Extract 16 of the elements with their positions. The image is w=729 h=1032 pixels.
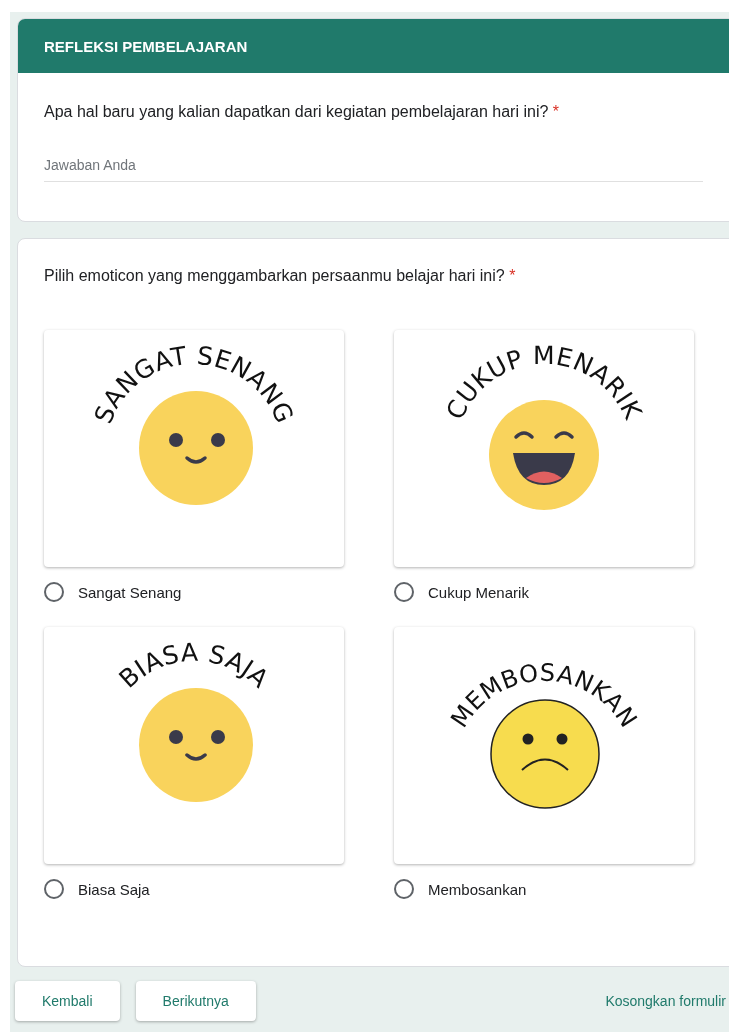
option-label[interactable]: Biasa Saja [78, 880, 150, 898]
clear-form-link[interactable]: Kosongkan formulir [605, 993, 726, 1009]
nav-button[interactable]: Kembali [15, 981, 120, 1021]
radio-button[interactable] [44, 582, 64, 602]
question-text: Apa hal baru yang kalian dapatkan dari kegiatan pembelajaran hari ini? * [44, 103, 561, 121]
smiling-face-icon [139, 688, 253, 802]
option-label[interactable]: Cukup Menarik [428, 583, 529, 601]
radio-button[interactable] [44, 879, 64, 899]
option-label[interactable]: Membosankan [428, 880, 527, 898]
radio-button[interactable] [394, 879, 414, 899]
nav-button[interactable]: Berikutnya [135, 981, 256, 1021]
radio-button[interactable] [394, 582, 414, 602]
section-title: REFLEKSI PEMBELAJARAN [44, 37, 248, 55]
question-text: Pilih emoticon yang menggambarkan persaanmu belajar hari ini? * [44, 267, 517, 285]
answer-field[interactable]: Jawaban Anda [44, 157, 703, 182]
option-label[interactable]: Sangat Senang [78, 583, 182, 601]
